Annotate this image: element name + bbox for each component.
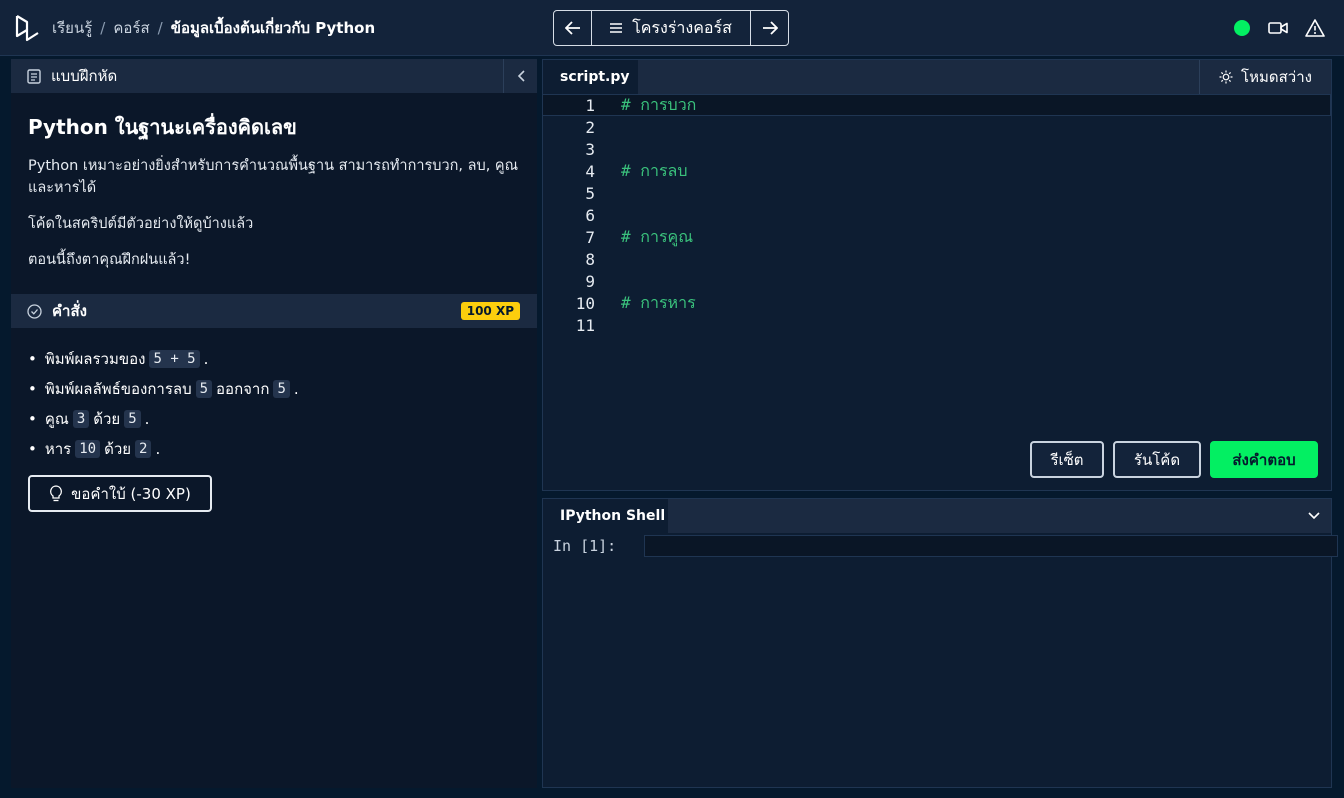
previous-button[interactable] — [554, 11, 592, 45]
course-nav: โครงร่างคอร์ส — [553, 10, 789, 46]
inline-code: 5 + 5 — [149, 350, 200, 368]
lightbulb-icon — [50, 485, 63, 502]
breadcrumb-learn[interactable]: เรียนรู้ — [52, 16, 92, 40]
menu-icon — [610, 23, 623, 33]
inline-code: 5 — [124, 410, 141, 428]
inline-code: 2 — [135, 440, 152, 458]
code-line: 7 # การคูณ — [543, 226, 1331, 248]
line-number: 10 — [575, 293, 595, 313]
line-number: 4 — [585, 161, 595, 181]
instructions-label: คำสั่ง — [52, 302, 87, 320]
course-outline-button[interactable]: โครงร่างคอร์ส — [592, 11, 750, 45]
code-comment: # การบวก — [621, 94, 697, 114]
chevron-left-icon — [517, 70, 525, 82]
breadcrumb: เรียนรู้ / คอร์ส / ข้อมูลเบื้องต้นเกี่ยว… — [52, 17, 375, 39]
code-line: 10 # การหาร — [543, 292, 1331, 314]
line-number: 7 — [585, 227, 595, 247]
ipython-shell-panel: IPython Shell In [1]: — [542, 498, 1338, 788]
editor-tabbar: script.py โหมดสว่าง — [543, 60, 1331, 94]
line-number: 8 — [585, 249, 595, 269]
inline-code: 5 — [195, 380, 213, 398]
code-line: 5 — [543, 182, 1331, 204]
instruction-item: • คูณ 3 ด้วย 5 . — [28, 410, 150, 428]
status-indicator — [1234, 20, 1250, 36]
shell-collapse-button[interactable] — [1297, 499, 1331, 533]
exercise-paragraph: โค้ดในสคริปต์มีตัวอย่างให้ดูบ้างแล้ว — [28, 216, 254, 232]
check-circle-icon — [27, 303, 42, 319]
code-line: 6 — [543, 204, 1331, 226]
arrow-right-icon — [762, 21, 778, 35]
code-line: 3 — [543, 138, 1331, 160]
code-line: 9 — [543, 270, 1331, 292]
hint-button[interactable]: ขอคำใบ้ (-30 XP) — [28, 475, 212, 512]
inline-code: 5 — [273, 380, 290, 398]
sun-icon — [1219, 70, 1233, 84]
exercise-panel: แบบฝึกหัด Python ในฐานะเครื่องคิดเลข Pyt… — [11, 59, 537, 788]
line-number: 6 — [585, 205, 595, 225]
xp-badge: 100 XP — [460, 302, 520, 320]
code-line: 8 — [543, 248, 1331, 270]
shell-tabbar: IPython Shell — [543, 499, 1331, 533]
logo-icon[interactable] — [14, 14, 40, 42]
breadcrumb-courses[interactable]: คอร์ส — [113, 16, 149, 40]
chevron-down-icon — [1308, 512, 1320, 520]
arrow-left-icon — [564, 21, 580, 35]
light-mode-toggle[interactable]: โหมดสว่าง — [1199, 60, 1331, 94]
code-comment: # การลบ — [621, 160, 688, 180]
tab-script[interactable]: script.py — [543, 60, 638, 94]
next-button[interactable] — [750, 11, 788, 45]
inline-code: 3 — [72, 410, 90, 428]
code-line: 2 — [543, 116, 1331, 138]
code-editor-panel: script.py โหมดสว่าง 1 # การบวก 2 3 4 # ก… — [542, 59, 1332, 491]
course-outline-label: โครงร่างคอร์ส — [632, 17, 732, 37]
shell-prompt-row: In [1]: — [553, 535, 1338, 557]
reset-button[interactable]: รีเซ็ต — [1030, 441, 1104, 478]
instructions-header: คำสั่ง 100 XP — [11, 294, 537, 328]
run-code-button[interactable]: รันโค้ด — [1113, 441, 1201, 478]
tab-ipython-shell[interactable]: IPython Shell — [543, 499, 668, 533]
submit-answer-button[interactable]: ส่งคำตอบ — [1210, 441, 1318, 478]
light-mode-label: โหมดสว่าง — [1241, 68, 1312, 86]
document-icon — [27, 68, 41, 84]
warning-icon[interactable] — [1305, 18, 1325, 38]
instruction-item: • พิมพ์ผลลัพธ์ของการลบ 5 ออกจาก 5 . — [28, 380, 299, 398]
code-comment: # การหาร — [621, 292, 696, 312]
code-line: 1 # การบวก — [543, 94, 1331, 116]
instruction-item: • หาร 10 ด้วย 2 . — [28, 440, 161, 458]
exercise-header-label: แบบฝึกหัด — [51, 67, 118, 85]
code-line: 11 — [543, 314, 1331, 336]
exercise-paragraph: ตอนนี้ถึงตาคุณฝึกฝนแล้ว! — [28, 252, 191, 268]
breadcrumb-separator: / — [100, 19, 106, 37]
code-comment: # การคูณ — [621, 226, 694, 246]
shell-input[interactable] — [644, 535, 1338, 557]
top-bar: เรียนรู้ / คอร์ส / ข้อมูลเบื้องต้นเกี่ยว… — [0, 0, 1344, 56]
line-number: 9 — [585, 271, 595, 291]
instruction-item: • พิมพ์ผลรวมของ 5 + 5 . — [28, 350, 209, 368]
line-number: 5 — [585, 183, 595, 203]
breadcrumb-separator: / — [157, 19, 163, 37]
hint-label: ขอคำใบ้ (-30 XP) — [71, 484, 191, 503]
shell-prompt: In [1]: — [553, 537, 617, 555]
collapse-panel-button[interactable] — [503, 59, 537, 93]
exercise-title: Python ในฐานะเครื่องคิดเลข — [28, 115, 297, 139]
video-icon[interactable] — [1268, 18, 1288, 38]
inline-code: 10 — [75, 440, 101, 458]
line-number: 3 — [585, 139, 595, 159]
breadcrumb-current: ข้อมูลเบื้องต้นเกี่ยวกับ Python — [170, 19, 376, 37]
instructions-list: • พิมพ์ผลรวมของ 5 + 5 . • พิมพ์ผลลัพธ์ขอ… — [28, 344, 518, 464]
code-area[interactable]: 1 # การบวก 2 3 4 # การลบ 5 6 7 # การคูณ … — [543, 94, 1331, 336]
line-number: 2 — [585, 117, 595, 137]
exercise-header: แบบฝึกหัด — [11, 59, 537, 93]
line-number: 1 — [585, 95, 595, 115]
exercise-paragraph: Python เหมาะอย่างยิ่งสำหรับการคำนวณพื้นฐ… — [28, 158, 519, 196]
line-number: 11 — [575, 315, 595, 335]
code-line: 4 # การลบ — [543, 160, 1331, 182]
